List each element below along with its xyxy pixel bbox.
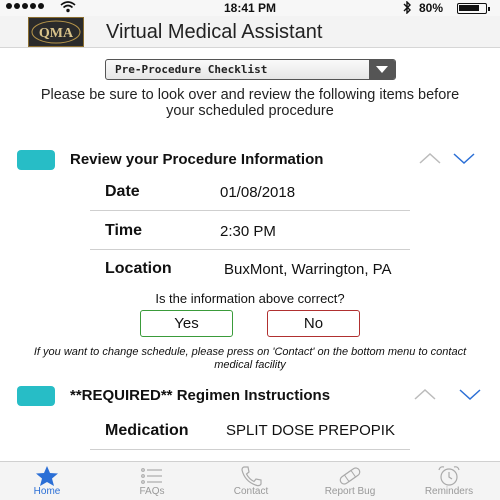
time-row: Time 2:30 PM — [0, 212, 500, 250]
app-header: QMA Virtual Medical Assistant — [0, 16, 500, 48]
tab-report-bug[interactable]: Report Bug — [310, 462, 390, 500]
section-marker — [17, 150, 55, 170]
location-row: Location BuxMont, Warrington, PA — [0, 250, 500, 288]
divider — [90, 210, 410, 211]
battery-icon — [457, 3, 490, 14]
chevron-down-icon — [369, 60, 395, 79]
regimen-section-header[interactable]: **REQUIRED** Regimen Instructions — [0, 381, 500, 411]
phone-icon — [241, 466, 262, 487]
tab-reminders[interactable]: Reminders — [409, 462, 489, 500]
bluetooth-icon — [402, 0, 412, 17]
tab-contact-label: Contact — [233, 486, 269, 497]
star-icon — [36, 466, 58, 486]
location-value: BuxMont, Warrington, PA — [224, 261, 392, 278]
time-value: 2:30 PM — [220, 223, 276, 240]
tab-faqs-label: FAQs — [139, 486, 165, 497]
no-button[interactable]: No — [267, 310, 360, 337]
intro-text: Please be sure to look over and review t… — [40, 87, 460, 119]
tab-contact[interactable]: Contact — [211, 462, 291, 500]
battery-percent: 80% — [419, 1, 444, 15]
yes-button[interactable]: Yes — [140, 310, 233, 337]
logo-text: QMA — [39, 26, 74, 41]
chevron-down-icon[interactable] — [452, 151, 476, 165]
divider — [90, 449, 410, 450]
section-marker — [17, 386, 55, 406]
tab-report-bug-label: Report Bug — [324, 486, 376, 497]
tab-home[interactable]: Home — [7, 462, 87, 500]
checklist-select[interactable]: Pre-Procedure Checklist — [105, 59, 396, 80]
bandage-icon — [339, 467, 361, 485]
chevron-up-icon[interactable] — [413, 387, 437, 401]
list-icon — [141, 468, 162, 484]
status-bar: 18:41 PM 80% — [0, 0, 500, 16]
app-title: Virtual Medical Assistant — [106, 21, 323, 43]
confirmation-question: Is the information above correct? — [155, 291, 345, 306]
time-label: Time — [105, 222, 143, 239]
alarm-clock-icon — [438, 466, 460, 486]
checklist-select-value: Pre-Procedure Checklist — [115, 63, 268, 76]
tab-home-label: Home — [33, 486, 61, 497]
chevron-down-icon[interactable] — [458, 387, 482, 401]
medication-label: Medication — [105, 422, 189, 439]
date-row: Date 01/08/2018 — [0, 173, 500, 211]
procedure-section-header[interactable]: Review your Procedure Information — [0, 145, 500, 175]
location-label: Location — [105, 260, 172, 277]
bottom-tab-bar: Home FAQs Contact Report Bug Reminders — [0, 461, 500, 500]
chevron-up-icon[interactable] — [418, 151, 442, 165]
change-schedule-note: If you want to change schedule, please p… — [33, 346, 467, 371]
regimen-section-title: **REQUIRED** Regimen Instructions — [70, 387, 331, 404]
date-value: 01/08/2018 — [220, 184, 296, 201]
tab-faqs[interactable]: FAQs — [112, 462, 192, 500]
medication-value: SPLIT DOSE PREPOPIK — [226, 422, 395, 439]
medication-row: Medication SPLIT DOSE PREPOPIK — [0, 412, 500, 450]
procedure-section-title: Review your Procedure Information — [70, 151, 324, 168]
tab-reminders-label: Reminders — [424, 486, 474, 497]
date-label: Date — [105, 183, 140, 200]
app-logo: QMA — [28, 17, 84, 47]
